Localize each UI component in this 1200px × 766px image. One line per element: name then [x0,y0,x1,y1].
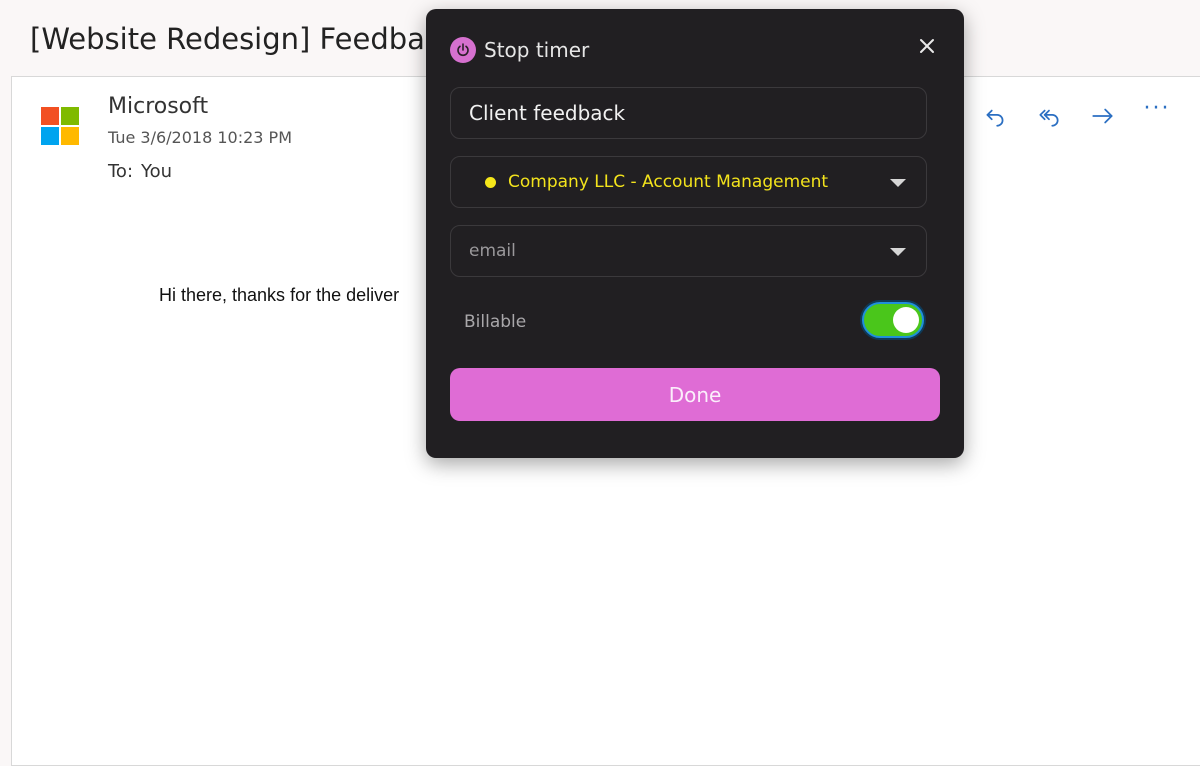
power-icon [450,37,476,63]
email-actions: ··· [980,96,1172,129]
tag-placeholder: email [469,241,516,261]
close-icon[interactable] [918,37,936,55]
chevron-down-icon [890,179,906,187]
popup-header: Stop timer [450,37,589,63]
tag-select[interactable]: email [450,225,927,277]
email-subject: [Website Redesign] Feedback [30,22,458,56]
description-field[interactable] [450,87,927,139]
toggle-knob [893,307,919,333]
done-button[interactable]: Done [450,368,940,421]
billable-label: Billable [464,312,527,332]
reply-icon[interactable] [980,103,1010,129]
sender-name: Microsoft [108,94,209,119]
project-label: Company LLC - Account Management [508,172,829,192]
reply-all-icon[interactable] [1034,103,1064,129]
billable-toggle[interactable] [862,302,924,338]
project-color-dot [485,176,496,188]
popup-title: Stop timer [484,38,590,62]
recipient-name: You [141,161,173,182]
microsoft-logo-icon [41,107,79,145]
description-input[interactable] [451,100,926,126]
recipient-line: To: You [108,161,172,182]
to-label: To: [108,161,134,182]
more-actions-icon[interactable]: ··· [1142,95,1172,121]
project-select[interactable]: Company LLC - Account Management [450,156,927,208]
email-body: Hi there, thanks for the deliver [159,285,400,305]
chevron-down-icon [890,248,906,256]
email-date: Tue 3/6/2018 10:23 PM [108,128,293,147]
forward-icon[interactable] [1088,103,1118,129]
stop-timer-popup: Stop timer Company LLC - Account Managem… [426,9,964,458]
